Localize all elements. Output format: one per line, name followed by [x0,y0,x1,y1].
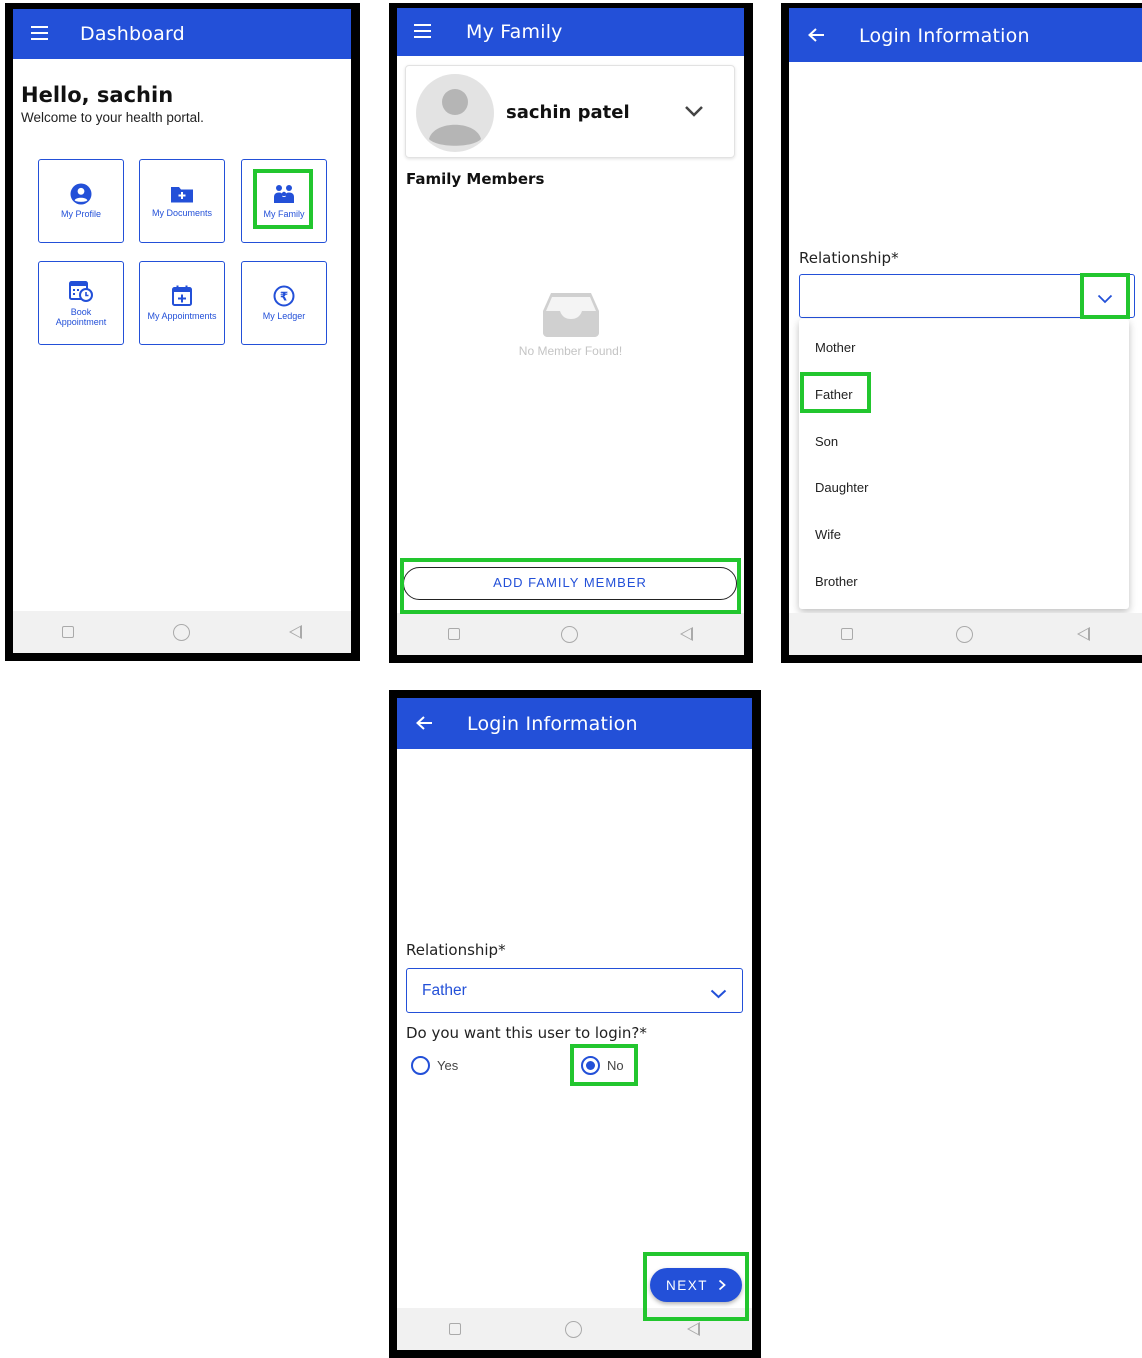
relationship-label: Relationship* [406,941,506,959]
home-icon[interactable] [172,623,190,641]
phone-login-form: Login Information Relationship* Father D… [389,690,761,1358]
folder-plus-icon [171,187,193,203]
radio-yes[interactable] [411,1056,430,1075]
radio-no-label: No [607,1058,624,1073]
app-bar: Login Information [397,698,752,749]
menu-item-brother[interactable]: Brother [815,574,858,589]
menu-item-daughter[interactable]: Daughter [815,480,868,495]
profile-card[interactable]: sachin patel [405,65,735,158]
home-icon[interactable] [561,625,579,643]
tile-my-profile[interactable]: My Profile [38,159,124,243]
relationship-select[interactable]: Father [406,968,743,1013]
rupee-icon: ₹ [273,285,295,307]
back-nav-icon[interactable] [680,627,694,641]
menu-item-son[interactable]: Son [815,434,838,449]
system-nav-bar [789,613,1142,655]
page-title: Dashboard [80,23,185,45]
back-nav-icon[interactable] [686,1322,700,1336]
radio-yes-label: Yes [437,1058,459,1073]
profile-name: sachin patel [506,102,630,123]
radio-no-option[interactable]: No [581,1056,624,1075]
section-title: Family Members [406,170,545,188]
system-nav-bar [397,1308,752,1350]
recents-icon[interactable] [449,1323,462,1335]
system-nav-bar [397,613,744,655]
tile-label: My Family [263,209,305,219]
app-bar: My Family [397,8,744,56]
calendar-plus-icon [172,285,192,306]
page-title: Login Information [467,713,638,735]
chevron-down-icon[interactable] [710,986,727,1004]
chevron-down-icon[interactable] [1097,291,1113,309]
page-title: Login Information [859,25,1030,47]
chevron-right-icon [718,1279,726,1291]
home-icon[interactable] [565,1320,583,1338]
recents-icon[interactable] [62,626,75,638]
family-icon [274,185,294,203]
phone-login-dropdown: Login Information Relationship* Mother F… [781,3,1142,663]
my-family-screen: My Family sachin patel Family Members No… [397,8,744,655]
empty-inbox-icon [543,293,599,337]
user-circle-icon [70,183,92,205]
empty-state-text: No Member Found! [518,344,623,358]
home-icon[interactable] [956,625,974,643]
tile-my-appointments[interactable]: My Appointments [139,261,225,345]
app-bar: Login Information [789,8,1142,62]
radio-no[interactable] [581,1056,600,1075]
relationship-select[interactable] [799,274,1135,318]
phone-my-family: My Family sachin patel Family Members No… [389,3,753,663]
app-bar: Dashboard [13,9,351,59]
relationship-value: Father [422,982,467,999]
phone-dashboard: Dashboard Hello, sachin Welcome to your … [5,3,360,661]
svg-text:₹: ₹ [280,290,288,304]
tile-label: Book Appointment [55,307,107,327]
system-nav-bar [13,611,351,653]
tile-label: My Profile [60,209,101,219]
relationship-label: Relationship* [799,249,899,267]
menu-item-father[interactable]: Father [815,387,853,402]
calendar-clock-icon [69,281,93,302]
relationship-menu: Mother Father Son Daughter Wife Brother [799,319,1129,609]
arrow-left-icon[interactable] [415,715,433,736]
tile-label: My Ledger [262,311,306,321]
recents-icon[interactable] [840,628,853,640]
login-form-screen: Login Information Relationship* Father D… [397,698,752,1350]
login-question: Do you want this user to login?* [406,1024,647,1042]
page-title: My Family [466,21,563,43]
next-button-label: NEXT [665,1277,708,1293]
menu-icon[interactable] [414,24,431,43]
tile-my-documents[interactable]: My Documents [139,159,225,243]
back-nav-icon[interactable] [288,625,302,639]
menu-item-mother[interactable]: Mother [815,340,855,355]
next-button[interactable]: NEXT [650,1268,742,1302]
tile-book-appointment[interactable]: Book Appointment [38,261,124,345]
back-nav-icon[interactable] [1077,627,1091,641]
chevron-down-icon[interactable] [684,104,704,123]
tile-my-ledger[interactable]: ₹ My Ledger [241,261,327,345]
tile-label: My Documents [151,208,213,218]
greeting-subtitle: Welcome to your health portal. [21,110,204,125]
tile-my-family[interactable]: My Family [241,159,327,243]
recents-icon[interactable] [447,628,460,640]
avatar [416,74,494,152]
greeting-heading: Hello, sachin [21,83,174,107]
arrow-left-icon[interactable] [807,27,825,48]
add-family-member-button[interactable]: ADD FAMILY MEMBER [403,567,737,600]
menu-icon[interactable] [31,26,48,45]
login-dropdown-screen: Login Information Relationship* Mother F… [789,8,1142,655]
menu-item-wife[interactable]: Wife [815,527,841,542]
tile-label: My Appointments [147,311,217,321]
dashboard-screen: Dashboard Hello, sachin Welcome to your … [13,9,351,653]
radio-yes-option[interactable]: Yes [411,1056,458,1075]
